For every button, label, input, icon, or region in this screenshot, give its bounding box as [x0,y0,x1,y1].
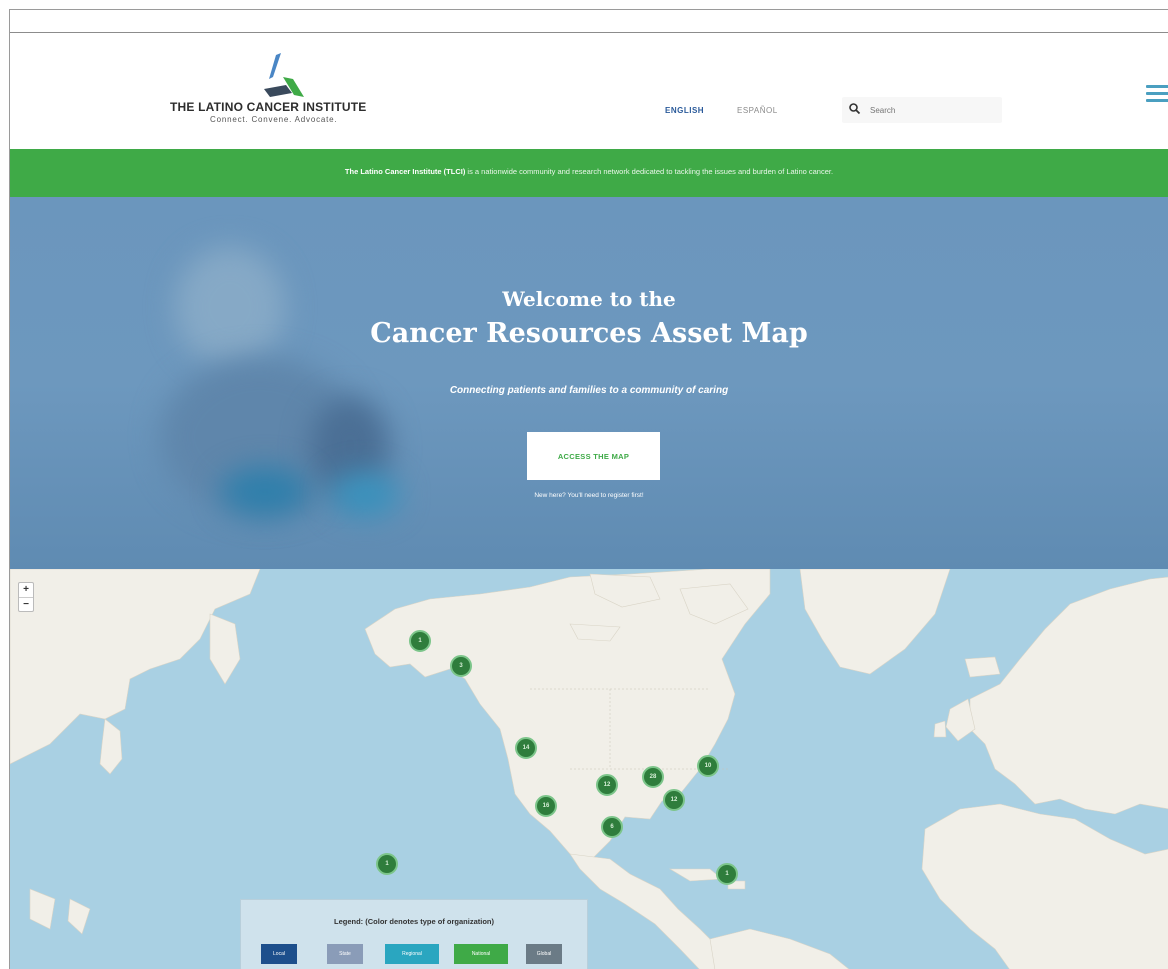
site-logo[interactable]: THE LATINO CANCER INSTITUTE Connect. Con… [170,49,400,129]
map-cluster-marker[interactable]: 10 [697,755,719,777]
map-cluster-marker[interactable]: 16 [535,795,557,817]
legend-title: Legend: (Color denotes type of organizat… [334,917,494,926]
legend-local: Local [261,944,297,964]
zoom-in-button[interactable]: + [19,583,33,598]
legend-national: National [454,944,508,964]
hero-section: Welcome to the Cancer Resources Asset Ma… [10,197,1168,569]
browser-viewport: THE LATINO CANCER INSTITUTE Connect. Con… [9,9,1168,969]
logo-tagline: Connect. Convene. Advocate. [210,115,338,124]
logo-mark-icon [264,53,304,97]
map-cluster-marker[interactable]: 12 [596,774,618,796]
map-cluster-marker[interactable]: 14 [515,737,537,759]
logo-title: THE LATINO CANCER INSTITUTE [170,100,367,114]
map-zoom-control: + − [18,582,34,612]
search-input[interactable] [868,101,996,119]
map-cluster-marker[interactable]: 6 [601,816,623,838]
hero-title: Cancer Resources Asset Map [370,318,808,349]
intro-banner: The Latino Cancer Institute (TLCI) is a … [10,149,1168,197]
legend-state: State [327,944,363,964]
asset-map[interactable]: + − 1 3 14 16 12 28 10 12 6 1 1 Legend: … [10,569,1168,969]
map-cluster-marker[interactable]: 3 [450,655,472,677]
language-english-link[interactable]: ENGLISH [665,106,704,115]
search-icon [849,103,861,115]
browser-top-bar [10,10,1168,33]
language-spanish-link[interactable]: ESPAÑOL [737,106,778,115]
banner-description: is a nationwide community and research n… [465,167,834,176]
banner-text: The Latino Cancer Institute (TLCI) is a … [10,167,1168,176]
world-map-tiles [10,569,1168,969]
legend-regional: Regional [385,944,439,964]
legend-global: Global [526,944,562,964]
hero-tagline: Connecting patients and families to a co… [449,385,729,396]
register-note-link[interactable]: New here? You'll need to register first! [10,492,1168,499]
access-map-button[interactable]: ACCESS THE MAP [527,432,660,480]
map-cluster-marker[interactable]: 28 [642,766,664,788]
map-cluster-marker[interactable]: 1 [376,853,398,875]
hamburger-menu-icon[interactable] [1146,85,1168,105]
map-cluster-marker[interactable]: 1 [716,863,738,885]
map-legend: Legend: (Color denotes type of organizat… [240,899,588,969]
map-cluster-marker[interactable]: 1 [409,630,431,652]
search-box[interactable] [842,97,1002,123]
site-header: THE LATINO CANCER INSTITUTE Connect. Con… [10,33,1168,148]
map-cluster-marker[interactable]: 12 [663,789,685,811]
hero-welcome-heading: Welcome to the [502,287,676,311]
banner-org-name: The Latino Cancer Institute (TLCI) [344,167,466,176]
zoom-out-button[interactable]: − [19,598,33,612]
